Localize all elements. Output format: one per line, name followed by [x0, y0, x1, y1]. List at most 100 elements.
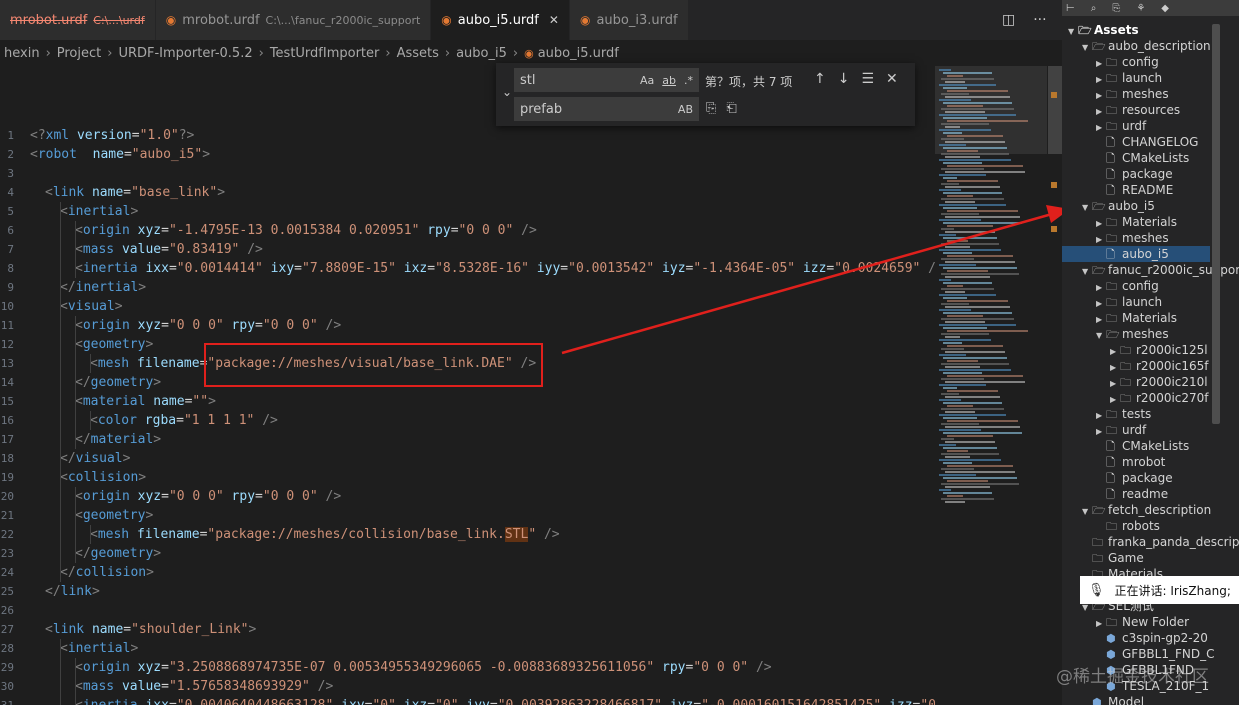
minimap-line: [939, 399, 961, 401]
indent-guide: [75, 525, 76, 544]
tab-mrobot-urdf[interactable]: ◉ mrobot.urdf C:\...\fanuc_r2000ic_support: [155, 0, 432, 40]
tree-item-fetch_description[interactable]: ▼ 🗁 fetch_description: [1062, 502, 1239, 518]
chevron-right-icon[interactable]: ▶: [1096, 312, 1106, 326]
chevron-down-icon[interactable]: ▼: [1082, 200, 1092, 214]
chevron-right-icon[interactable]: ▶: [1110, 376, 1120, 390]
tag-icon[interactable]: ◆: [1161, 3, 1169, 14]
breadcrumb-item[interactable]: Project: [57, 46, 101, 61]
minimap-line: [943, 462, 972, 464]
minimap[interactable]: [935, 66, 1062, 705]
regex-icon[interactable]: .*: [684, 74, 693, 87]
chevron-down-icon[interactable]: ▼: [1068, 24, 1078, 38]
toggle-replace-chevron-icon[interactable]: ⌄: [502, 85, 512, 99]
chevron-right-icon[interactable]: ▶: [1110, 392, 1120, 406]
match-word-icon[interactable]: ab: [662, 74, 676, 87]
git-icon[interactable]: ⚘: [1136, 3, 1145, 14]
rss-file-icon: ◉: [579, 13, 591, 27]
token: />: [920, 261, 935, 276]
token: <?: [30, 128, 46, 143]
close-icon[interactable]: ✕: [886, 71, 898, 87]
chevron-right-icon[interactable]: ▶: [1096, 88, 1106, 102]
breadcrumb-item[interactable]: aubo_i5: [456, 46, 507, 61]
breadcrumb-item[interactable]: aubo_i5.urdf: [538, 46, 619, 61]
editor-scrollbar-thumb[interactable]: [1048, 66, 1062, 154]
breadcrumb-item[interactable]: hexin: [4, 46, 40, 61]
tab-mrobot-urdf[interactable]: mrobot.urdf C:\...\urdf: [0, 0, 156, 40]
tree-item-label: CMakeLists: [1122, 151, 1190, 165]
code-text: <link name="base_link">: [45, 183, 225, 202]
chevron-right-icon[interactable]: ▶: [1096, 408, 1106, 422]
tree-item-urdf[interactable]: ▶ 🗀 urdf: [1062, 422, 1239, 438]
replace-one-icon[interactable]: ⎘: [706, 101, 716, 116]
tree-item-label: robots: [1122, 519, 1160, 533]
match-case-icon[interactable]: Aa: [640, 74, 654, 87]
code-line: 7 <mass value="0.83419" />: [0, 240, 935, 259]
minimap-line: [939, 354, 966, 356]
chevron-right-icon[interactable]: ▶: [1096, 72, 1106, 86]
token: name: [84, 185, 124, 200]
tree-item-aubo_i5[interactable]: 🗋 aubo_i5: [1062, 246, 1210, 262]
next-match-icon[interactable]: ↓: [838, 71, 850, 87]
chevron-right-icon[interactable]: ▶: [1096, 616, 1106, 630]
find-in-selection-icon[interactable]: ☰: [861, 71, 874, 87]
token: <: [90, 356, 98, 371]
tree-item-robots[interactable]: 🗀 robots: [1062, 518, 1239, 534]
chevron-right-icon[interactable]: ▶: [1096, 120, 1106, 134]
token: />: [309, 679, 334, 694]
chevron-right-icon[interactable]: ▶: [1096, 232, 1106, 246]
token: "0": [435, 698, 458, 705]
search-icon[interactable]: ⌕: [1091, 3, 1097, 14]
chevron-down-icon[interactable]: ▼: [1082, 504, 1092, 518]
chevron-down-icon[interactable]: ▼: [1082, 40, 1092, 54]
file-icon: 🗋: [1106, 440, 1115, 453]
tab-aubo_i3-urdf[interactable]: ◉ aubo_i3.urdf: [569, 0, 689, 40]
folder-icon: 🗀: [1106, 56, 1117, 69]
tree-item-mrobot[interactable]: 🗋 mrobot: [1062, 454, 1239, 470]
tree-item-gfbbl1_fnd_c[interactable]: ⬢ GFBBL1_FND_C: [1062, 646, 1239, 662]
microphone-icon: 🎙: [1088, 582, 1105, 598]
tree-item-model[interactable]: ⬢ Model: [1062, 694, 1239, 705]
tree-item-new-folder[interactable]: ▶ 🗀 New Folder: [1062, 614, 1239, 630]
minimap-line: [947, 150, 978, 152]
close-icon[interactable]: ✕: [549, 13, 559, 27]
chevron-right-icon[interactable]: ▶: [1096, 104, 1106, 118]
open-file-icon[interactable]: ⎘: [1112, 3, 1120, 14]
previous-match-icon[interactable]: ↑: [814, 71, 826, 87]
indent-guide: [60, 430, 61, 449]
chevron-right-icon[interactable]: ▶: [1096, 216, 1106, 230]
breadcrumb-item[interactable]: Assets: [397, 46, 439, 61]
replace-all-icon[interactable]: ⎗: [726, 101, 736, 116]
chevron-right-icon[interactable]: ▶: [1096, 424, 1106, 438]
tree-item-package[interactable]: 🗋 package: [1062, 470, 1239, 486]
rss-file-icon: ◉: [524, 46, 534, 60]
indent-guide: [75, 411, 76, 430]
ellipsis-icon[interactable]: ···: [1033, 12, 1046, 28]
chevron-right-icon[interactable]: ▶: [1096, 296, 1106, 310]
tree-item-readme[interactable]: 🗋 readme: [1062, 486, 1239, 502]
tree-item-cmakelists[interactable]: 🗋 CMakeLists: [1062, 438, 1239, 454]
token: ixz: [396, 698, 428, 705]
breadcrumb-item[interactable]: TestUrdfImporter: [270, 46, 380, 61]
chevron-down-icon[interactable]: ▼: [1082, 264, 1092, 278]
tree-item-game[interactable]: 🗀 Game: [1062, 550, 1239, 566]
minimap-line: [947, 165, 1023, 167]
replace-input[interactable]: prefab AB: [514, 97, 699, 121]
find-input[interactable]: stl Aa ab .*: [514, 68, 699, 92]
chevron-right-icon[interactable]: ▶: [1110, 344, 1120, 358]
explorer-scrollbar[interactable]: [1212, 24, 1220, 424]
split-editor-icon[interactable]: ◫: [1002, 12, 1015, 28]
indent-guide: [60, 525, 61, 544]
minimap-find-marker: [1051, 182, 1057, 188]
chevron-right-icon[interactable]: ▶: [1110, 360, 1120, 374]
chevron-right-icon[interactable]: ▶: [1096, 56, 1106, 70]
preserve-case-icon[interactable]: AB: [678, 103, 693, 116]
chevron-down-icon[interactable]: ▼: [1096, 328, 1106, 342]
tree-item-franka_panda_description[interactable]: 🗀 franka_panda_description: [1062, 534, 1239, 550]
chevron-right-icon[interactable]: ▶: [1096, 280, 1106, 294]
breadcrumb-item[interactable]: URDF-Importer-0.5.2: [118, 46, 252, 61]
collapse-icon[interactable]: ⊢: [1066, 3, 1075, 14]
token: ixx: [137, 261, 169, 276]
tree-item-label: r2000ic125l: [1136, 343, 1208, 357]
tree-item-c3spin-gp2-20[interactable]: ⬢ c3spin-gp2-20: [1062, 630, 1239, 646]
tab-aubo_i5-urdf[interactable]: ◉ aubo_i5.urdf ✕: [431, 0, 570, 40]
